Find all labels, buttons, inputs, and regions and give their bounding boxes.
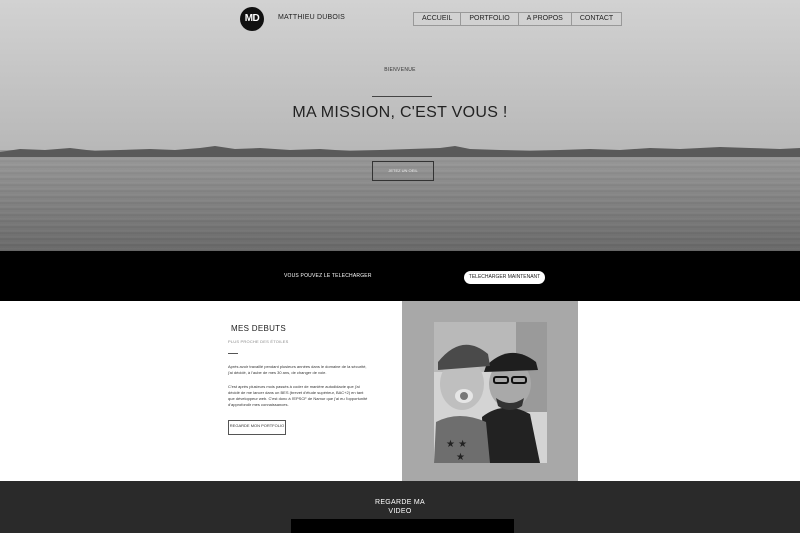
logo[interactable]: MD	[240, 7, 264, 31]
hero-welcome: BIENVENUE	[384, 67, 416, 73]
video-title-line-1: REGARDE MA	[374, 499, 426, 506]
video-title-line-2: VIDEO	[388, 508, 412, 515]
about-section: MES DEBUTS PLUS PROCHE DES ÉTOILES Après…	[0, 301, 800, 481]
about-subheading: PLUS PROCHE DES ÉTOILES	[228, 339, 289, 344]
about-paragraph-2: C'est après plusieurs mois passés à code…	[228, 384, 368, 407]
profile-photo: ★ ★ ★	[434, 322, 547, 463]
video-section: REGARDE MA VIDEO	[0, 481, 800, 533]
nav-item-portfolio[interactable]: PORTFOLIO	[461, 13, 519, 25]
video-player[interactable]	[291, 519, 514, 533]
nav-item-accueil[interactable]: ACCUEIL	[414, 13, 462, 25]
main-nav: ACCUEIL PORTFOLIO A PROPOS CONTACT	[413, 12, 623, 26]
nav-item-a-propos[interactable]: A PROPOS	[518, 13, 572, 25]
about-heading: MES DEBUTS	[231, 324, 287, 333]
hero-divider	[372, 96, 432, 97]
hero-title: MA MISSION, C'EST VOUS !	[292, 104, 508, 121]
profile-photo-image: ★ ★ ★	[434, 322, 547, 463]
portfolio-button[interactable]: REGARDE MON PORTFOLIO	[228, 420, 286, 435]
about-divider	[228, 353, 238, 354]
nav-item-contact[interactable]: CONTACT	[571, 13, 622, 25]
about-paragraph-1: Après avoir travaillé pendant plusieurs …	[228, 364, 367, 375]
hero-section: MD MATTHIEU DUBOIS ACCUEIL PORTFOLIO A P…	[0, 0, 800, 251]
hero-sky	[0, 0, 800, 150]
hero-cta-button[interactable]: JETEZ UN OEIL	[372, 161, 434, 181]
video-title: REGARDE MA VIDEO	[0, 498, 800, 516]
brand-name[interactable]: MATTHIEU DUBOIS	[278, 14, 345, 21]
download-button[interactable]: TELECHARGER MAINTENANT	[464, 271, 545, 284]
download-text: VOUS POUVEZ LE TELECHARGER	[284, 273, 372, 279]
svg-text:★: ★	[456, 452, 465, 463]
download-band: VOUS POUVEZ LE TELECHARGER TELECHARGER M…	[0, 251, 800, 301]
svg-text:★ ★: ★ ★	[446, 439, 467, 450]
